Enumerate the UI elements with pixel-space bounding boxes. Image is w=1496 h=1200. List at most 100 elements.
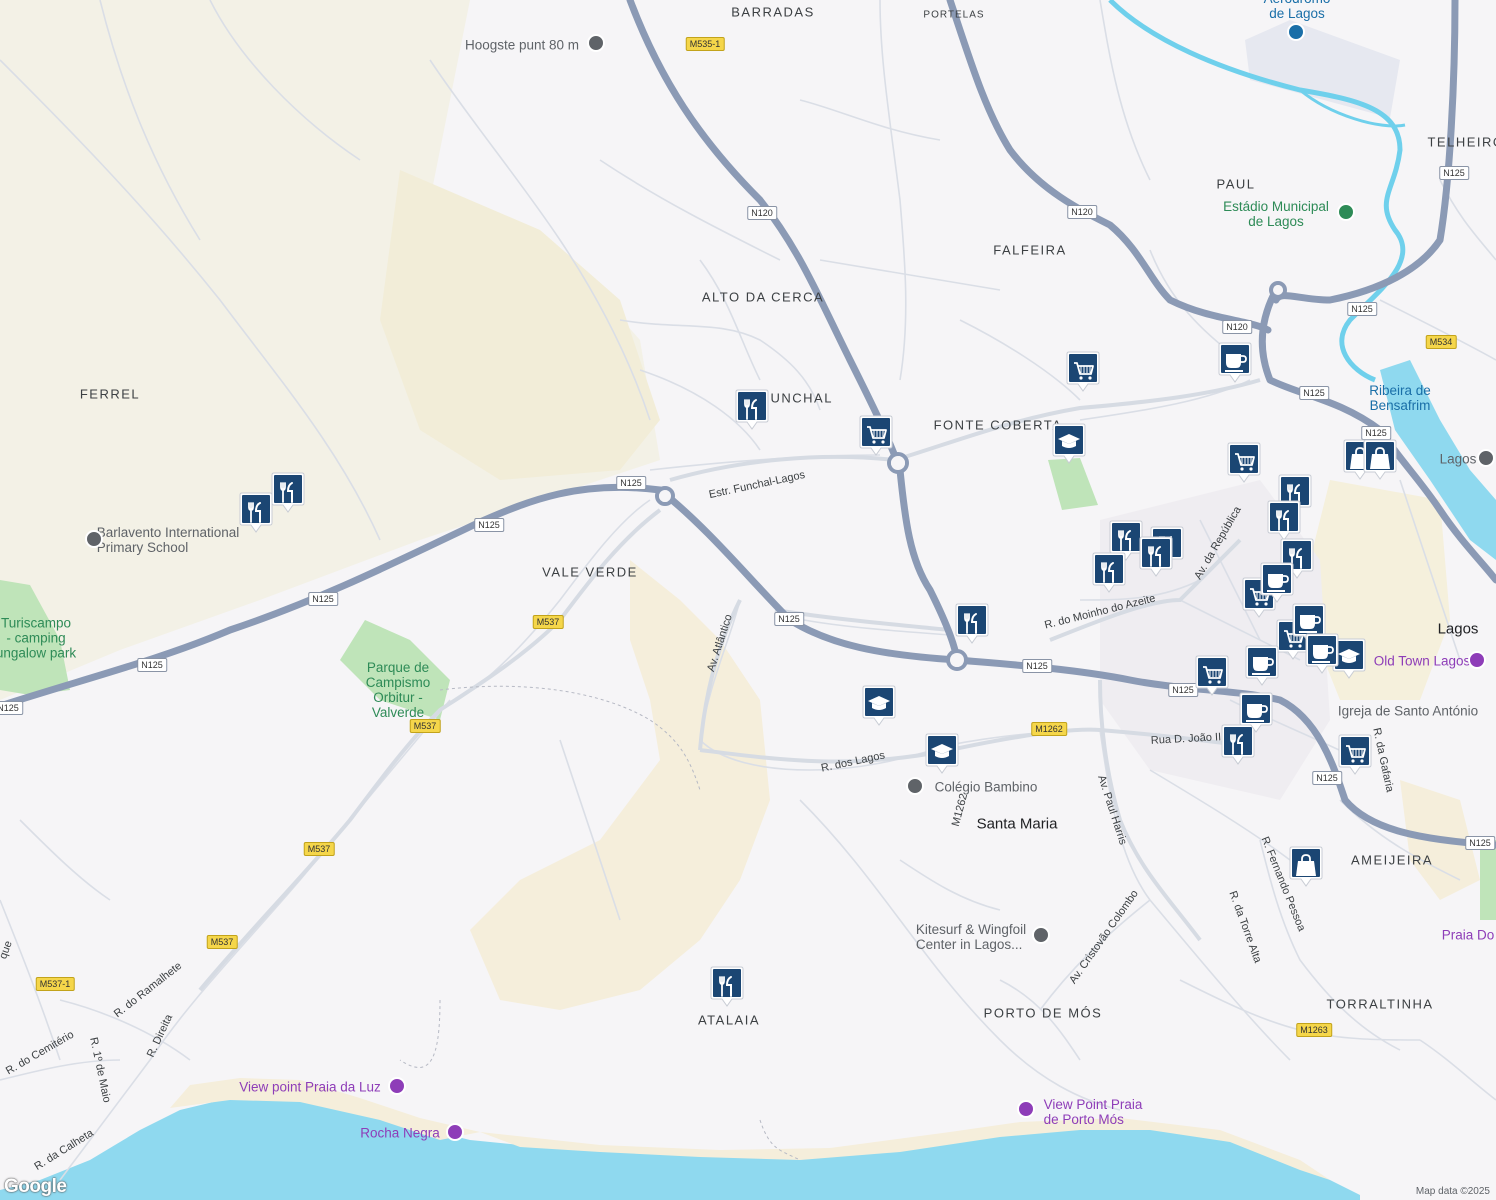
poi-label-line: - camping bbox=[6, 630, 66, 646]
poi-label-line: Kitesurf & Wingfoil bbox=[915, 922, 1027, 937]
map-pin-shopping-cart[interactable] bbox=[859, 415, 893, 457]
city-label[interactable]: Santa Maria bbox=[977, 816, 1058, 833]
poi-label[interactable]: Barlavento International Primary School bbox=[97, 525, 240, 555]
poi-label-line: Campismo bbox=[365, 675, 431, 690]
map-pin-restaurant[interactable] bbox=[271, 472, 305, 514]
poi-label[interactable]: Kitesurf & Wingfoil Center in Lagos... bbox=[916, 922, 1026, 952]
map-pin-restaurant[interactable] bbox=[1092, 552, 1126, 594]
map-attribution[interactable]: Map data ©2025 bbox=[1416, 1186, 1490, 1197]
poi-label-line: Primary School bbox=[96, 540, 189, 555]
school-icon bbox=[862, 685, 896, 726]
poi-label[interactable]: Praia Do bbox=[1442, 928, 1495, 943]
poi-label[interactable]: Old Town Lagos bbox=[1374, 654, 1471, 669]
restaurant-icon bbox=[1139, 536, 1173, 577]
map-pin-shopping-cart[interactable] bbox=[1227, 442, 1261, 484]
road-shield: M537 bbox=[206, 935, 238, 949]
poi-marker-icon[interactable] bbox=[906, 777, 924, 795]
poi-label[interactable]: Hoogste punt 80 m bbox=[465, 38, 579, 53]
map-pin-restaurant[interactable] bbox=[735, 389, 769, 431]
map-pin-cafe[interactable] bbox=[1218, 342, 1252, 384]
road-shield: N125 bbox=[474, 518, 504, 532]
map-pin-school[interactable] bbox=[862, 685, 896, 727]
poi-marker-icon[interactable] bbox=[85, 530, 103, 548]
map-pin-shopping-cart[interactable] bbox=[1338, 734, 1372, 776]
poi-label[interactable]: Igreja de Santo António bbox=[1338, 704, 1478, 719]
poi-marker-icon[interactable] bbox=[1477, 449, 1495, 467]
road-shield: M1262 bbox=[1031, 722, 1067, 736]
poi-label-line: Parque de bbox=[366, 660, 430, 675]
poi-label[interactable]: Rocha Negra bbox=[360, 1126, 440, 1141]
poi-marker-icon[interactable] bbox=[1032, 926, 1050, 944]
restaurant-icon bbox=[1092, 552, 1126, 593]
map-pin-shopping-bag[interactable] bbox=[1363, 439, 1397, 481]
map-pin-restaurant[interactable] bbox=[239, 492, 273, 534]
school-icon bbox=[1052, 423, 1086, 464]
restaurant-icon bbox=[239, 492, 273, 533]
area-label: FUNCHAL bbox=[761, 390, 833, 406]
city-label[interactable]: Lagos bbox=[1438, 621, 1479, 638]
poi-label[interactable]: View point Praia da Luz bbox=[239, 1080, 381, 1095]
road-shield: M1263 bbox=[1296, 1023, 1332, 1037]
poi-label-line: de Lagos bbox=[1248, 214, 1304, 229]
map-pin-cafe[interactable] bbox=[1305, 633, 1339, 675]
map-pin-school[interactable] bbox=[925, 733, 959, 775]
map-pin-shopping-cart[interactable] bbox=[1195, 655, 1229, 697]
area-label: ALTO DA CERCA bbox=[701, 289, 825, 305]
restaurant-icon bbox=[955, 603, 989, 644]
poi-label-line: Bensafrim bbox=[1369, 398, 1431, 413]
poi-label[interactable]: Aeródromode Lagos bbox=[1264, 0, 1331, 21]
park-area bbox=[1480, 840, 1496, 920]
map-pin-restaurant[interactable] bbox=[955, 603, 989, 645]
poi-label[interactable]: Ribeira de Bensafrim bbox=[1369, 383, 1431, 413]
road-shield: N125 bbox=[1439, 166, 1469, 180]
map-pin-cafe[interactable] bbox=[1245, 645, 1279, 687]
cafe-icon bbox=[1245, 645, 1279, 686]
poi-marker-icon[interactable] bbox=[1468, 651, 1486, 669]
area-label: FONTE COBERTA bbox=[933, 417, 1063, 433]
poi-label[interactable]: Lagos bbox=[1440, 452, 1477, 467]
map-pin-shopping-cart[interactable] bbox=[1066, 351, 1100, 393]
poi-label[interactable]: Colégio Bambino bbox=[935, 780, 1038, 795]
restaurant-icon bbox=[1267, 500, 1301, 541]
road-shield: M537 bbox=[532, 615, 564, 629]
airfield-area bbox=[1245, 20, 1400, 118]
road-shield: N120 bbox=[1222, 320, 1252, 334]
map-pin-cafe[interactable] bbox=[1239, 692, 1273, 734]
poi-marker-icon[interactable] bbox=[1287, 23, 1305, 41]
restaurant-icon bbox=[710, 966, 744, 1007]
area-label: PAUL bbox=[1216, 176, 1256, 192]
road-shield: N120 bbox=[747, 206, 777, 220]
poi-marker-icon[interactable] bbox=[388, 1077, 406, 1095]
map-pin-cafe[interactable] bbox=[1260, 562, 1294, 604]
poi-marker-icon[interactable] bbox=[1337, 203, 1355, 221]
google-logo: Google bbox=[4, 1176, 67, 1197]
area-label: BARRADAS bbox=[731, 4, 815, 20]
shopping-cart-icon bbox=[1066, 351, 1100, 392]
poi-marker-icon[interactable] bbox=[446, 1123, 464, 1141]
area-label: ATALAIA bbox=[697, 1012, 761, 1028]
poi-label[interactable]: Parque de Campismo Orbitur - Valverde bbox=[366, 660, 431, 720]
map-pin-restaurant[interactable] bbox=[710, 966, 744, 1008]
poi-label[interactable]: Turiscampo - camping ungalow park bbox=[0, 616, 76, 661]
road-shield: N125 bbox=[0, 701, 23, 715]
cafe-icon bbox=[1218, 342, 1252, 383]
poi-label[interactable]: Estádio Municipal de Lagos bbox=[1223, 199, 1329, 229]
road-shield: N125 bbox=[616, 476, 646, 490]
map-pin-restaurant[interactable] bbox=[1267, 500, 1301, 542]
map-pin-restaurant[interactable] bbox=[1139, 536, 1173, 578]
cafe-icon bbox=[1305, 633, 1339, 674]
map-pin-shopping-bag[interactable] bbox=[1289, 846, 1323, 888]
shopping-bag-icon bbox=[1363, 439, 1397, 480]
road-shield: N125 bbox=[1299, 386, 1329, 400]
map-pin-school[interactable] bbox=[1052, 423, 1086, 465]
poi-label-line: Ribeira de bbox=[1369, 383, 1431, 398]
poi-label-line: Orbitur - bbox=[373, 690, 423, 705]
park-area bbox=[1048, 458, 1098, 510]
area-label: AMEIJEIRA bbox=[1350, 852, 1434, 868]
poi-marker-icon[interactable] bbox=[1017, 1100, 1035, 1118]
area-label: VALE VERDE bbox=[542, 564, 638, 580]
poi-marker-icon[interactable] bbox=[587, 34, 605, 52]
road-shield: M537 bbox=[409, 719, 441, 733]
poi-label[interactable]: View Point Praia de Porto Mós bbox=[1044, 1097, 1143, 1127]
map-canvas[interactable]: BARRADAS PORTELAS ALTO DA CERCA FUNCHAL FONT… bbox=[0, 0, 1496, 1200]
